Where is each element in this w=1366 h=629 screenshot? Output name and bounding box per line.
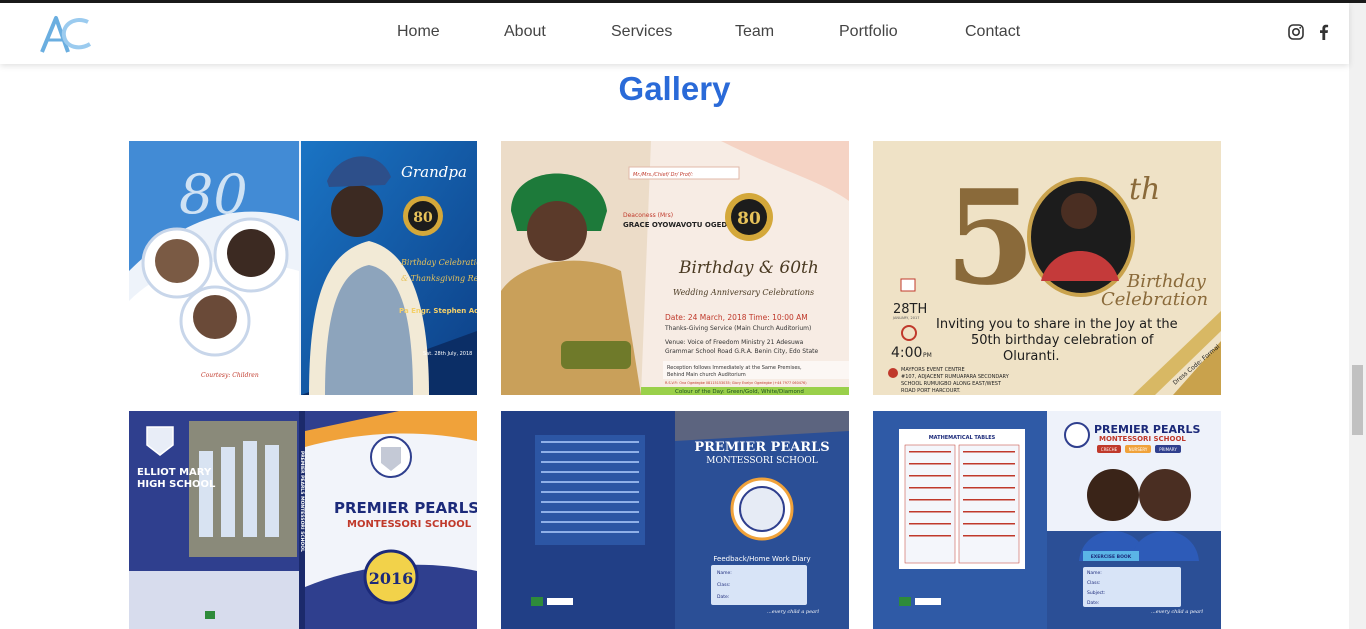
svg-text:Birthday & 60th: Birthday & 60th bbox=[678, 258, 819, 278]
svg-text:Date: 24 March, 2018 Time: 10: Date: 24 March, 2018 Time: 10:00 AM bbox=[665, 313, 808, 322]
svg-text:Colour of the Day: Green/Gold,: Colour of the Day: Green/Gold, White/Dia… bbox=[675, 389, 804, 395]
svg-text:ROAD PORT HARCOURT.: ROAD PORT HARCOURT. bbox=[901, 388, 961, 394]
nav-portfolio[interactable]: Portfolio bbox=[839, 23, 898, 41]
svg-text:MONTESSORI SCHOOL: MONTESSORI SCHOOL bbox=[347, 519, 472, 530]
svg-text:PREMIER PEARLS MONTESSORI SCHO: PREMIER PEARLS MONTESSORI SCHOOL bbox=[299, 451, 305, 552]
svg-text:& Thanksgiving Reception: & Thanksgiving Reception bbox=[401, 274, 477, 283]
svg-text:Subject:: Subject: bbox=[1087, 590, 1105, 596]
svg-text:Birthday Celebration: Birthday Celebration bbox=[400, 258, 477, 267]
svg-text:Courtesy: Children: Courtesy: Children bbox=[201, 372, 259, 379]
svg-text:PREMIER PEARLS: PREMIER PEARLS bbox=[334, 499, 477, 517]
svg-text:Inviting you to share in the: Inviting you to share in the Joy at the bbox=[936, 317, 1178, 332]
svg-text:Class:: Class: bbox=[1087, 580, 1100, 586]
svg-text:#107, ADJACENT RUMUAPARA SECON: #107, ADJACENT RUMUAPARA SECONDARY bbox=[901, 374, 1010, 380]
svg-text:Oluranti.: Oluranti. bbox=[1003, 349, 1059, 364]
svg-text:MONTESSORI SCHOOL: MONTESSORI SCHOOL bbox=[1099, 435, 1186, 443]
svg-text:Celebration: Celebration bbox=[1101, 289, 1208, 310]
svg-text:Thanks-Giving Service (Main Ch: Thanks-Giving Service (Main Church Audit… bbox=[664, 325, 811, 332]
svg-text:Mr./Mrs./Chief/ Dr/ Prof/:: Mr./Mrs./Chief/ Dr/ Prof/: bbox=[633, 172, 693, 178]
svg-text:28TH: 28TH bbox=[893, 302, 927, 317]
gallery-card-grandpa-80[interactable]: 80 Courtesy: Children Grandpa 80 Birthda… bbox=[129, 141, 477, 395]
svg-text:Wedding Anniversary Celebratio: Wedding Anniversary Celebrations bbox=[673, 288, 814, 297]
svg-text:MONTESSORI SCHOOL: MONTESSORI SCHOOL bbox=[706, 456, 817, 466]
gallery-card-feedback-diary[interactable]: PREMIER PEARLS MONTESSORI SCHOOL Feedbac… bbox=[501, 411, 849, 629]
svg-text:80: 80 bbox=[737, 209, 761, 229]
grandpa-heading: Grandpa bbox=[401, 163, 467, 181]
nav-contact[interactable]: Contact bbox=[965, 23, 1020, 41]
nav-home[interactable]: Home bbox=[397, 23, 440, 41]
svg-text:Grammar School Road G.R.A. Ben: Grammar School Road G.R.A. Benin City, E… bbox=[665, 348, 818, 355]
gallery-card-elliot-mary[interactable]: ELLIOT MARY HIGH SCHOOL PREMIER PEARLS M… bbox=[129, 411, 477, 629]
svg-text:Reception follows Immediately: Reception follows Immediately at the Sam… bbox=[667, 365, 802, 371]
svg-text:Name:: Name: bbox=[1087, 570, 1102, 576]
svg-text:80: 80 bbox=[413, 210, 433, 226]
svg-text:PREMIER PEARLS: PREMIER PEARLS bbox=[694, 440, 829, 455]
svg-text:Pa Engr. Stephen Adegoju Bamgb: Pa Engr. Stephen Adegoju Bamgbade bbox=[399, 307, 477, 315]
page-scrollbar[interactable] bbox=[1349, 3, 1366, 629]
svg-text:JANUARY, 2017: JANUARY, 2017 bbox=[892, 316, 919, 320]
svg-text:CRECHE: CRECHE bbox=[1101, 447, 1118, 452]
svg-text:...every child a pearl: ...every child a pearl bbox=[767, 609, 819, 615]
svg-text:Venue: Voice of Freedom Minist: Venue: Voice of Freedom Ministry 21 Ades… bbox=[665, 339, 804, 346]
instagram-icon[interactable] bbox=[1287, 23, 1305, 41]
nav-services[interactable]: Services bbox=[611, 23, 672, 41]
svg-text:2016: 2016 bbox=[369, 569, 414, 588]
svg-text:HIGH SCHOOL: HIGH SCHOOL bbox=[137, 479, 216, 490]
nav-team[interactable]: Team bbox=[735, 23, 774, 41]
scrollbar-thumb[interactable] bbox=[1352, 365, 1363, 435]
big-80-text: 80 bbox=[179, 163, 248, 226]
svg-text:Sat. 28th July, 2018: Sat. 28th July, 2018 bbox=[423, 351, 472, 357]
gallery-title: Gallery bbox=[618, 70, 731, 107]
svg-text:Feedback/Home Work Diary: Feedback/Home Work Diary bbox=[713, 555, 810, 563]
svg-text:th: th bbox=[1129, 172, 1160, 207]
svg-text:PM: PM bbox=[923, 352, 932, 359]
svg-text:Date:: Date: bbox=[1087, 600, 1099, 606]
gallery-card-50th[interactable]: 50 th Birthday Celebration 28TH JANUARY,… bbox=[873, 141, 1221, 395]
svg-text:NURSERY: NURSERY bbox=[1129, 447, 1148, 452]
svg-text:Deaconess (Mrs): Deaconess (Mrs) bbox=[623, 212, 673, 219]
svg-text:...every child a pearl: ...every child a pearl bbox=[1151, 609, 1203, 615]
gallery-card-exercise-book[interactable]: MATHEMATICAL TABLES PREMIER PEARLS MONTE… bbox=[873, 411, 1221, 629]
svg-text:50th birthday celebration of: 50th birthday celebration of bbox=[971, 333, 1154, 348]
svg-text:SCHOOL RUMUIGBO ALONG EAST/WES: SCHOOL RUMUIGBO ALONG EAST/WEST bbox=[901, 381, 1002, 387]
svg-text:PRIMARY: PRIMARY bbox=[1159, 447, 1177, 452]
svg-text:ELLIOT MARY: ELLIOT MARY bbox=[137, 467, 212, 478]
gallery-card-grace-80[interactable]: Mr./Mrs./Chief/ Dr/ Prof/: Deaconess (Mr… bbox=[501, 141, 849, 395]
svg-text:Date:: Date: bbox=[717, 594, 729, 600]
ac-logo[interactable] bbox=[38, 14, 94, 54]
nav-about[interactable]: About bbox=[504, 23, 546, 41]
svg-text:4:00: 4:00 bbox=[891, 345, 922, 361]
svg-text:MATHEMATICAL TABLES: MATHEMATICAL TABLES bbox=[929, 435, 996, 441]
svg-text:Class:: Class: bbox=[717, 582, 730, 588]
svg-text:MAYFORS EVENT CENTRE: MAYFORS EVENT CENTRE bbox=[901, 367, 965, 373]
svg-text:Behind Main church Auditorium: Behind Main church Auditorium bbox=[667, 372, 746, 378]
navbar: Home About Services Team Portfolio Conta… bbox=[0, 3, 1349, 64]
facebook-icon[interactable] bbox=[1315, 23, 1333, 41]
svg-text:R.S.V.P.: Ona Ogedegbe 0811515: R.S.V.P.: Ona Ogedegbe 08115153035; Glor… bbox=[665, 381, 807, 385]
svg-text:EXERCISE BOOK: EXERCISE BOOK bbox=[1091, 554, 1132, 560]
svg-text:Name:: Name: bbox=[717, 570, 732, 576]
